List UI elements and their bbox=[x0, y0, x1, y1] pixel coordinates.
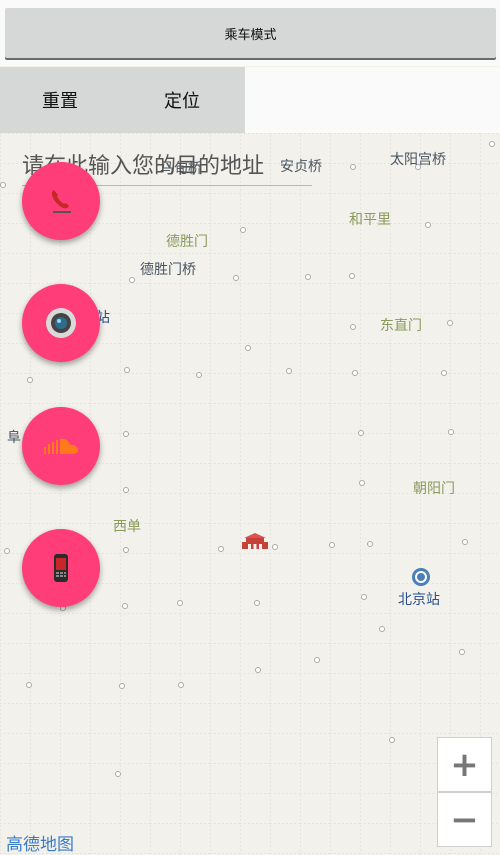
soundcloud-icon bbox=[44, 438, 78, 454]
tiananmen-icon bbox=[242, 533, 268, 549]
mobile-phone-icon bbox=[54, 554, 68, 582]
cloud-fab[interactable] bbox=[22, 407, 100, 485]
zoom-in-button[interactable]: + bbox=[437, 737, 492, 792]
camera-fab[interactable] bbox=[22, 284, 100, 362]
ride-mode-label: 乘车模式 bbox=[224, 27, 277, 43]
place-deshengmen: 德胜门 bbox=[166, 234, 208, 250]
mobile-fab[interactable] bbox=[22, 529, 100, 607]
top-bar: 乘车模式 bbox=[0, 0, 500, 66]
place-chaoyangmen: 朝阳门 bbox=[413, 481, 455, 497]
place-hepingli: 和平里 bbox=[349, 212, 391, 228]
reset-button[interactable]: 重置 bbox=[42, 67, 78, 133]
zoom-out-button[interactable]: − bbox=[437, 792, 492, 847]
ride-mode-button[interactable]: 乘车模式 bbox=[5, 8, 496, 58]
zoom-out-label: − bbox=[450, 799, 479, 840]
locate-button[interactable]: 定位 bbox=[164, 67, 200, 133]
camera-icon bbox=[46, 308, 76, 338]
reset-label: 重置 bbox=[42, 91, 78, 112]
place-fu-fragment: 阜 bbox=[7, 430, 21, 446]
place-taiyanggong: 太阳宫桥 bbox=[390, 152, 446, 168]
action-row-spacer bbox=[245, 67, 500, 133]
place-xidan: 西单 bbox=[113, 519, 141, 535]
phone-fab[interactable] bbox=[22, 162, 100, 240]
amap-logo: 高德地图 bbox=[6, 835, 74, 855]
place-dongzhimen: 东直门 bbox=[380, 318, 422, 334]
subway-icon bbox=[412, 568, 430, 586]
action-row: 重置 定位 bbox=[0, 67, 245, 133]
place-beijingzhan: 北京站 bbox=[398, 592, 440, 608]
phone-icon bbox=[51, 190, 71, 213]
locate-label: 定位 bbox=[164, 91, 200, 112]
zoom-in-label: + bbox=[450, 744, 479, 785]
place-deshengmenqiao: 德胜门桥 bbox=[140, 262, 196, 278]
